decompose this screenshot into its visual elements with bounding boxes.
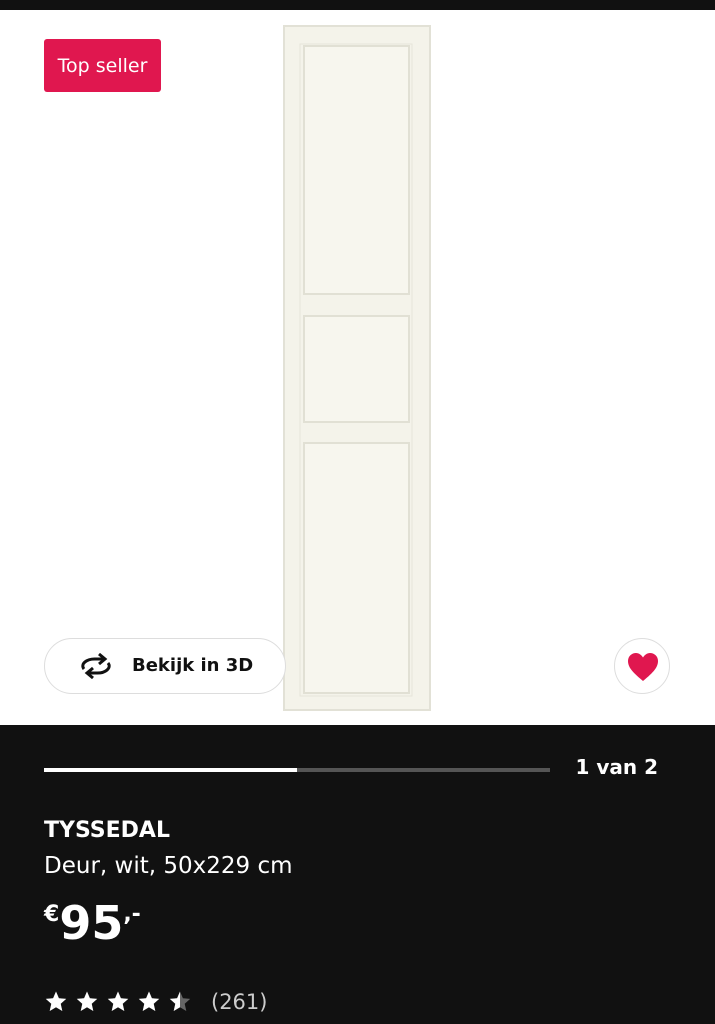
heart-icon xyxy=(628,653,658,681)
gallery-counter: 1 van 2 xyxy=(575,755,658,779)
star-icon-full xyxy=(107,991,129,1011)
product-description: Deur, wit, 50x229 cm xyxy=(44,853,293,879)
star-icon-full xyxy=(76,991,98,1011)
product-price: €95,- xyxy=(44,900,141,946)
price-amount: 95 xyxy=(59,896,124,950)
product-image-door xyxy=(283,25,431,711)
star-icon-full xyxy=(138,991,160,1011)
product-name: TYSSEDAL xyxy=(44,818,170,843)
rotate-3d-icon xyxy=(81,653,111,679)
star-icon-half xyxy=(169,991,191,1011)
rating-stars xyxy=(44,990,199,1014)
favorite-button[interactable] xyxy=(614,638,670,694)
review-count: (261) xyxy=(211,990,268,1014)
product-image-area[interactable]: Top seller Bekijk in 3D xyxy=(0,10,715,725)
product-rating[interactable]: (261) xyxy=(44,988,267,1016)
price-currency: € xyxy=(44,902,60,927)
price-decimals: ,- xyxy=(123,902,141,927)
top-seller-badge: Top seller xyxy=(44,39,161,92)
gallery-progress-fill xyxy=(44,768,297,772)
view-in-3d-button[interactable]: Bekijk in 3D xyxy=(44,638,286,694)
star-icon-full xyxy=(45,991,67,1011)
status-bar xyxy=(0,0,715,10)
gallery-progress-bar xyxy=(44,768,550,772)
view-in-3d-label: Bekijk in 3D xyxy=(132,655,254,676)
